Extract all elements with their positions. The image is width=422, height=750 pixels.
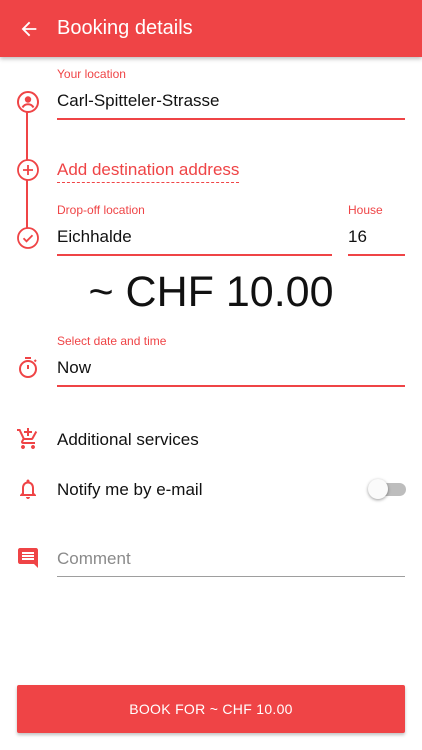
add-destination-link[interactable]: Add destination address [57, 160, 240, 183]
location-underline [57, 118, 405, 120]
back-arrow-icon [21, 21, 36, 36]
price-estimate: ~ CHF 10.00 [88, 268, 334, 316]
notify-email-label: Notify me by e-mail [57, 480, 203, 499]
additional-services-item[interactable]: Additional services [57, 430, 199, 450]
timer-icon [16, 356, 40, 380]
notify-email-toggle[interactable] [368, 479, 406, 499]
location-input[interactable]: Carl-Spitteler-Strasse [57, 91, 220, 111]
dropoff-underline [57, 254, 332, 256]
app-bar: Booking details [0, 0, 422, 57]
comment-input[interactable]: Comment [57, 549, 131, 569]
comment-underline [57, 576, 405, 577]
toggle-knob [368, 479, 388, 499]
person-circle-icon [16, 90, 40, 114]
check-circle-icon [16, 226, 40, 250]
datetime-underline [57, 385, 405, 387]
datetime-input[interactable]: Now [57, 358, 91, 378]
location-label: Your location [57, 67, 126, 81]
plus-circle-icon[interactable] [16, 158, 40, 182]
book-button[interactable]: BOOK FOR ~ CHF 10.00 [17, 685, 405, 733]
comment-icon [16, 546, 40, 570]
datetime-label: Select date and time [57, 334, 167, 348]
house-underline [348, 254, 405, 256]
page-title: Booking details [57, 17, 193, 39]
house-label: House [348, 203, 383, 217]
add-cart-icon [16, 427, 40, 451]
back-button[interactable] [0, 0, 57, 57]
house-input[interactable]: 16 [348, 227, 367, 247]
dropoff-label: Drop-off location [57, 203, 145, 217]
bell-icon [16, 477, 40, 501]
dropoff-input[interactable]: Eichhalde [57, 227, 132, 247]
